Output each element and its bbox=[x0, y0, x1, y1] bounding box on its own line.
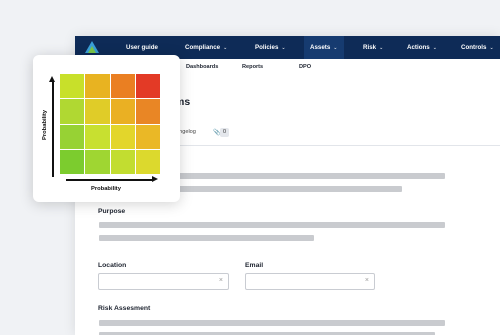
chevron-down-icon: ⌄ bbox=[489, 45, 494, 51]
risk-cell bbox=[135, 124, 160, 149]
risk-cell bbox=[135, 99, 160, 124]
risk-cell bbox=[135, 74, 160, 99]
risk-matrix-grid bbox=[60, 74, 160, 174]
risk-cell bbox=[85, 124, 110, 149]
x-axis-line bbox=[66, 179, 153, 181]
location-input[interactable]: × bbox=[98, 273, 229, 290]
risk-cell bbox=[60, 99, 85, 124]
risk-cell bbox=[60, 124, 85, 149]
chevron-down-icon: ⌄ bbox=[281, 45, 286, 51]
risk-assessment-label: Risk Assesment bbox=[98, 305, 151, 312]
app-logo-icon[interactable] bbox=[84, 40, 100, 55]
attachment-count-badge: 0 bbox=[220, 128, 229, 137]
y-axis-line bbox=[52, 80, 54, 177]
text-placeholder-bar bbox=[99, 235, 314, 241]
text-placeholder-bar bbox=[99, 320, 445, 326]
risk-matrix-card: Probability Probability bbox=[33, 55, 180, 202]
risk-cell bbox=[85, 99, 110, 124]
chevron-down-icon: ⌄ bbox=[379, 45, 384, 51]
risk-cell bbox=[110, 99, 135, 124]
nav-policies[interactable]: Policies ⌄ bbox=[255, 36, 286, 59]
email-label: Email bbox=[245, 262, 264, 269]
text-placeholder-bar bbox=[99, 222, 445, 228]
clear-icon[interactable]: × bbox=[219, 277, 223, 284]
nav-actions[interactable]: Actions ⌄ bbox=[407, 36, 437, 59]
risk-cell bbox=[135, 149, 160, 174]
purpose-label: Purpose bbox=[98, 208, 126, 215]
risk-cell bbox=[85, 149, 110, 174]
subnav-dashboards[interactable]: Dashboards bbox=[186, 64, 218, 70]
x-axis-arrow bbox=[152, 176, 158, 182]
risk-cell bbox=[110, 149, 135, 174]
risk-cell bbox=[60, 149, 85, 174]
risk-cell bbox=[110, 124, 135, 149]
nav-compliance[interactable]: Compliance ⌄ bbox=[185, 36, 227, 59]
subnav-dpo[interactable]: DPO bbox=[299, 64, 311, 70]
clear-icon[interactable]: × bbox=[365, 277, 369, 284]
risk-cell bbox=[85, 74, 110, 99]
chevron-down-icon: ⌄ bbox=[333, 45, 338, 51]
subnav-reports[interactable]: Reports bbox=[242, 64, 263, 70]
chevron-down-icon: ⌄ bbox=[223, 45, 228, 51]
nav-controls[interactable]: Controls ⌄ bbox=[461, 36, 494, 59]
nav-assets[interactable]: Assets ⌄ bbox=[304, 36, 344, 59]
nav-risk[interactable]: Risk ⌄ bbox=[363, 36, 383, 59]
email-input[interactable]: × bbox=[245, 273, 375, 290]
risk-cell bbox=[110, 74, 135, 99]
chevron-down-icon: ⌄ bbox=[432, 45, 437, 51]
risk-cell bbox=[60, 74, 85, 99]
y-axis-label: Probability bbox=[42, 110, 48, 140]
x-axis-label: Probability bbox=[91, 186, 121, 192]
location-label: Location bbox=[98, 262, 127, 269]
